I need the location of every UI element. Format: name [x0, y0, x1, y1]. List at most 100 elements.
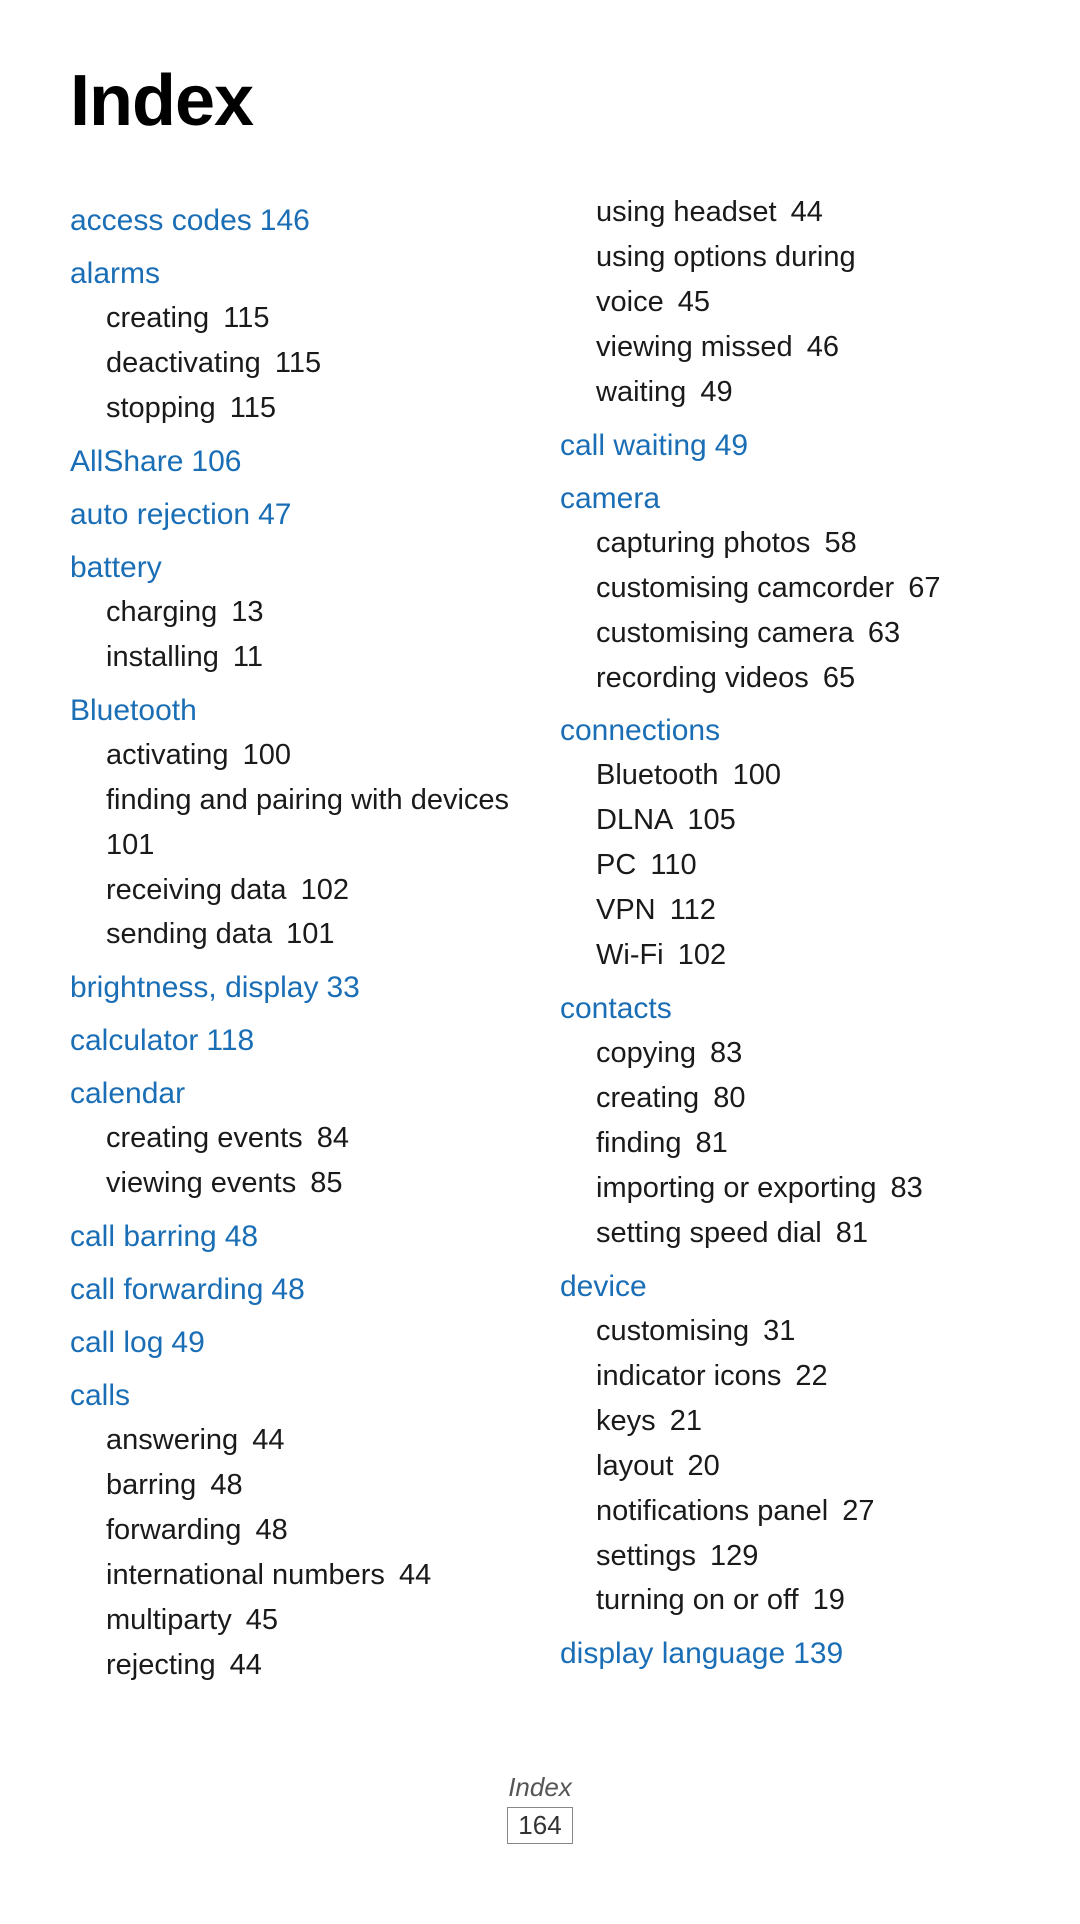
- index-entry: callsanswering 44barring 48forwarding 48…: [70, 1373, 520, 1688]
- page-number: 81: [687, 1127, 727, 1159]
- index-link[interactable]: calls: [70, 1379, 130, 1412]
- page-number: 101: [106, 829, 154, 861]
- index-entry: calendarcreating events 84viewing events…: [70, 1071, 520, 1206]
- page-number: 31: [755, 1315, 795, 1347]
- sub-entry: sending data 101: [70, 912, 520, 957]
- page-number: 115: [222, 392, 276, 424]
- page-number: 129: [702, 1540, 758, 1572]
- page-number: 21: [662, 1405, 702, 1437]
- page-number: 63: [860, 617, 900, 649]
- page-title: Index: [70, 60, 1010, 142]
- sub-entry: charging 13: [70, 590, 520, 635]
- index-link[interactable]: connections: [560, 714, 720, 747]
- footer-page: 164: [507, 1807, 572, 1844]
- left-column: access codes146 alarmscreating 115deactiv…: [70, 190, 560, 1692]
- page-number: 118: [206, 1024, 254, 1057]
- page-number: 20: [679, 1450, 719, 1482]
- page-number: 100: [725, 759, 781, 791]
- page-number: 49: [692, 376, 732, 408]
- page-number: 44: [391, 1559, 431, 1591]
- page-number: 44: [244, 1424, 284, 1456]
- index-link[interactable]: AllShare106: [70, 445, 241, 478]
- index-link[interactable]: contacts: [560, 992, 672, 1025]
- index-link[interactable]: call log49: [70, 1326, 205, 1359]
- page-number: 85: [302, 1167, 342, 1199]
- index-entry: call log49: [70, 1320, 520, 1365]
- page-number: 48: [271, 1273, 304, 1306]
- page-number: 45: [670, 286, 710, 318]
- page-number: 112: [662, 894, 716, 926]
- index-link[interactable]: call waiting49: [560, 429, 748, 462]
- index-entry: AllShare106: [70, 439, 520, 484]
- sub-entry: finding and pairing with devices 101: [70, 778, 520, 868]
- sub-entry: installing 11: [70, 635, 520, 680]
- index-entry: connections Bluetooth 100DLNA 105PC 110VP…: [560, 708, 1010, 978]
- sub-entry: using headset 44: [560, 190, 1010, 235]
- page-number: 13: [223, 596, 263, 628]
- sub-entry: barring 48: [70, 1463, 520, 1508]
- sub-entry: deactivating 115: [70, 341, 520, 386]
- index-link[interactable]: call forwarding48: [70, 1273, 305, 1306]
- page-number: 80: [705, 1082, 745, 1114]
- sub-entry: voice 45: [560, 280, 1010, 325]
- index-entry: contactscopying 83creating 80finding 81i…: [560, 986, 1010, 1256]
- sub-entry: VPN 112: [560, 888, 1010, 933]
- index-link[interactable]: access codes146: [70, 204, 310, 237]
- index-entry: Bluetoothactivating 100finding and pairi…: [70, 688, 520, 958]
- index-entry: calculator118: [70, 1018, 520, 1063]
- index-link[interactable]: calendar: [70, 1077, 185, 1110]
- page-number: 106: [191, 445, 241, 478]
- index-link[interactable]: device: [560, 1270, 647, 1303]
- page-number: 65: [815, 662, 855, 694]
- page-number: 84: [309, 1122, 349, 1154]
- sub-entry: PC 110: [560, 843, 1010, 888]
- sub-entry: using options during: [560, 235, 1010, 280]
- page-number: 47: [258, 498, 291, 531]
- sub-entry: international numbers 44: [70, 1553, 520, 1598]
- page-number: 19: [805, 1584, 845, 1616]
- page-number: 101: [278, 918, 334, 950]
- index-entry: brightness, display33: [70, 965, 520, 1010]
- index-link[interactable]: alarms: [70, 257, 160, 290]
- index-entry: access codes146: [70, 198, 520, 243]
- sub-entry: customising camcorder 67: [560, 566, 1010, 611]
- page-number: 49: [171, 1326, 204, 1359]
- page-number: 102: [293, 874, 349, 906]
- footer-label: Index: [70, 1772, 1010, 1803]
- sub-entry: indicator icons 22: [560, 1354, 1010, 1399]
- index-columns: access codes146 alarmscreating 115deactiv…: [70, 190, 1010, 1692]
- sub-entry: copying 83: [560, 1031, 1010, 1076]
- sub-entry: settings 129: [560, 1534, 1010, 1579]
- index-link[interactable]: Bluetooth: [70, 694, 197, 727]
- index-link[interactable]: display language139: [560, 1637, 843, 1670]
- sub-entry: rejecting 44: [70, 1643, 520, 1688]
- index-link[interactable]: call barring48: [70, 1220, 258, 1253]
- index-link[interactable]: auto rejection47: [70, 498, 292, 531]
- page-number: 45: [238, 1604, 278, 1636]
- page-number: 146: [260, 204, 310, 237]
- page-number: 48: [202, 1469, 242, 1501]
- index-link[interactable]: calculator118: [70, 1024, 254, 1057]
- sub-entry: notifications panel 27: [560, 1489, 1010, 1534]
- page-number: 100: [235, 739, 291, 771]
- page-number: 27: [834, 1495, 874, 1527]
- index-link[interactable]: brightness, display33: [70, 971, 360, 1004]
- sub-entry: layout 20: [560, 1444, 1010, 1489]
- page-number: 105: [679, 804, 735, 836]
- index-entry: alarmscreating 115deactivating 115stoppi…: [70, 251, 520, 431]
- page-number: 48: [247, 1514, 287, 1546]
- sub-entry: forwarding 48: [70, 1508, 520, 1553]
- page-number: 67: [900, 572, 940, 604]
- page-number: 48: [225, 1220, 258, 1253]
- sub-entry: Wi-Fi 102: [560, 933, 1010, 978]
- sub-entry: Bluetooth 100: [560, 753, 1010, 798]
- page-number: 115: [215, 302, 269, 334]
- footer: Index 164: [70, 1772, 1010, 1844]
- sub-entry: DLNA 105: [560, 798, 1010, 843]
- index-link[interactable]: battery: [70, 551, 162, 584]
- sub-entry: customising 31: [560, 1309, 1010, 1354]
- page-number: 115: [267, 347, 321, 379]
- page-number: 44: [783, 196, 823, 228]
- index-link[interactable]: camera: [560, 482, 660, 515]
- page-number: 139: [793, 1637, 843, 1670]
